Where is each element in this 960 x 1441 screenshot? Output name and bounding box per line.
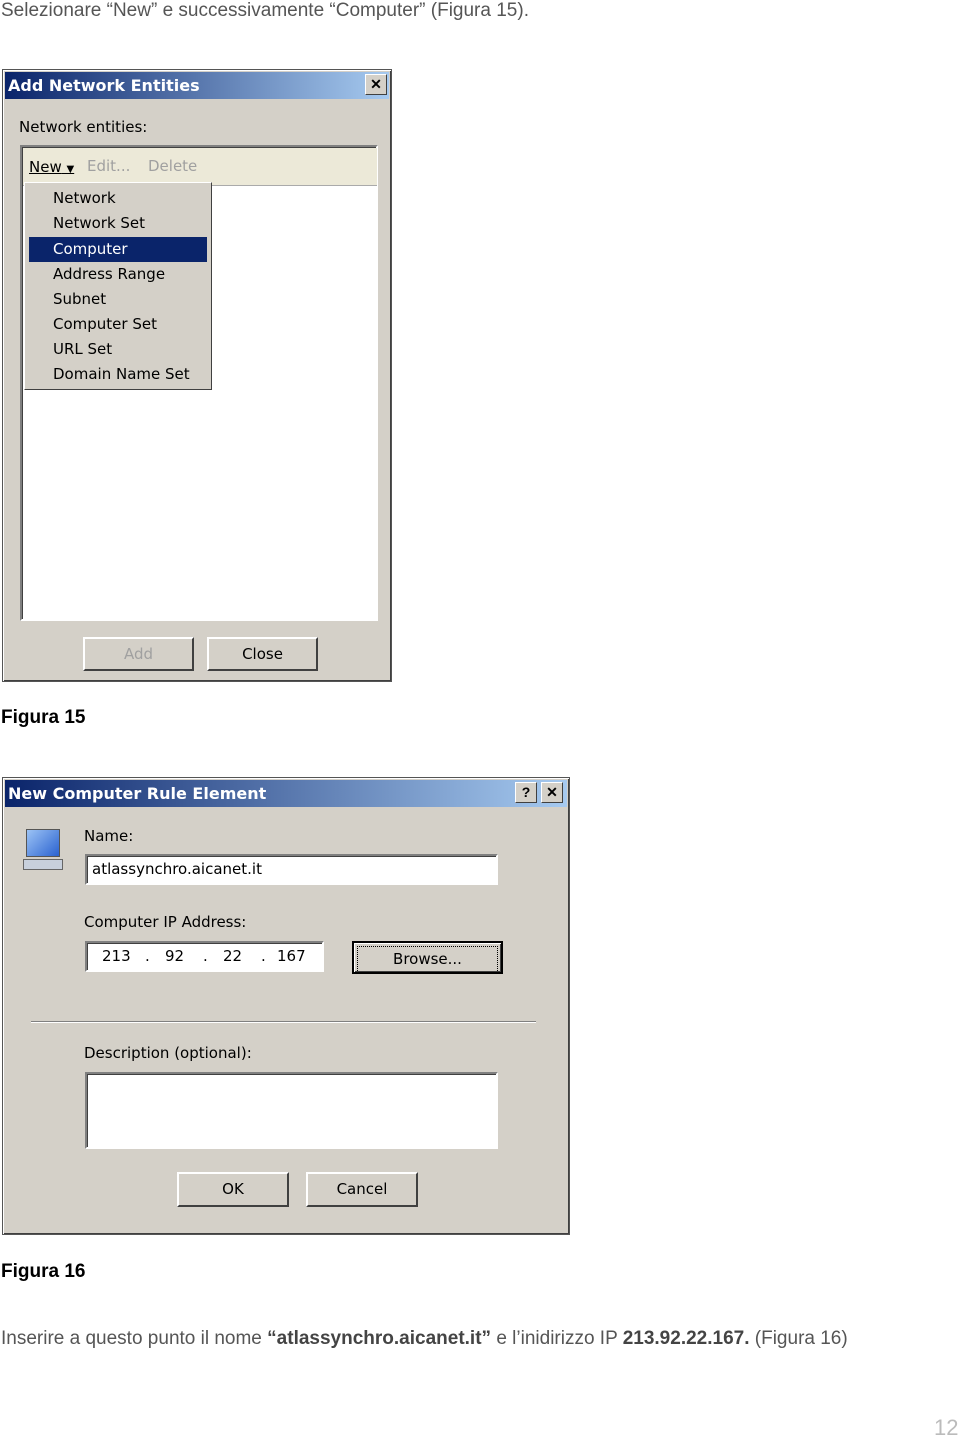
figure-16-caption: Figura 16	[1, 1261, 86, 1282]
close-icon[interactable]: ✕	[365, 74, 387, 95]
dropdown-arrow-icon: ▼	[66, 164, 75, 175]
network-entities-label: Network entities:	[19, 118, 148, 136]
outro-part: Inserire a questo punto il nome	[1, 1328, 268, 1349]
menu-item-url-set[interactable]: URL Set	[29, 337, 207, 362]
new-button[interactable]: New ▼	[29, 158, 74, 176]
delete-button[interactable]: Delete	[148, 157, 197, 175]
name-label: Name:	[84, 827, 134, 845]
close-button[interactable]: Close	[207, 637, 318, 671]
edit-button[interactable]: Edit...	[87, 157, 130, 175]
add-button[interactable]: Add	[83, 637, 194, 671]
menu-item-computer-set[interactable]: Computer Set	[29, 312, 207, 337]
close-icon[interactable]: ✕	[541, 782, 563, 803]
outro-ip: 213.92.22.167.	[622, 1328, 750, 1349]
help-icon[interactable]: ?	[515, 782, 537, 803]
name-value: atlassynchro.aicanet.it	[92, 860, 262, 878]
separator	[31, 1021, 536, 1023]
ip-octet-1[interactable]: 213	[102, 943, 131, 970]
outro-hostname: “atlassynchro.aicanet.it”	[267, 1328, 492, 1349]
ip-octet-4[interactable]: 167	[277, 943, 306, 970]
dialog-title: Add Network Entities	[5, 72, 389, 99]
figure-15-caption: Figura 15	[1, 707, 86, 728]
name-input[interactable]: atlassynchro.aicanet.it	[85, 854, 498, 885]
new-label: New	[29, 158, 62, 176]
outro-part: e l’inidirizzo IP	[491, 1328, 623, 1349]
ip-address-input[interactable]: 213 . 92 . 22 . 167	[85, 941, 324, 972]
menu-item-domain-name-set[interactable]: Domain Name Set	[29, 362, 207, 387]
menu-item-address-range[interactable]: Address Range	[29, 262, 207, 287]
browse-label: Browse...	[357, 946, 498, 973]
menu-item-network-set[interactable]: Network Set	[29, 211, 207, 236]
dialog-title: New Computer Rule Element	[5, 780, 567, 807]
browse-button[interactable]: Browse...	[352, 941, 503, 974]
add-network-entities-dialog: Add Network Entities ✕ Network entities:…	[2, 69, 392, 682]
cancel-button[interactable]: Cancel	[306, 1172, 418, 1207]
computer-icon	[23, 829, 63, 871]
page-number: 12	[934, 1415, 959, 1440]
ip-octet-2[interactable]: 92	[165, 943, 184, 970]
outro-text: Inserire a questo punto il nome “atlassy…	[1, 1328, 848, 1350]
new-computer-rule-dialog: New Computer Rule Element ? ✕ Name: atla…	[2, 777, 570, 1235]
menu-item-computer[interactable]: Computer	[29, 237, 207, 262]
intro-text: Selezionare “New” e successivamente “Com…	[1, 0, 529, 21]
ip-octet-3[interactable]: 22	[223, 943, 242, 970]
toolbar: New ▼ Edit... Delete	[23, 148, 377, 186]
menu-item-subnet[interactable]: Subnet	[29, 287, 207, 312]
description-textarea[interactable]	[85, 1072, 498, 1149]
description-label: Description (optional):	[84, 1044, 252, 1062]
ip-address-label: Computer IP Address:	[84, 913, 247, 931]
new-dropdown-menu: Network Network Set Computer Address Ran…	[24, 182, 212, 390]
menu-item-network[interactable]: Network	[29, 186, 207, 211]
outro-part: (Figura 16)	[749, 1328, 848, 1349]
ok-button[interactable]: OK	[177, 1172, 289, 1207]
